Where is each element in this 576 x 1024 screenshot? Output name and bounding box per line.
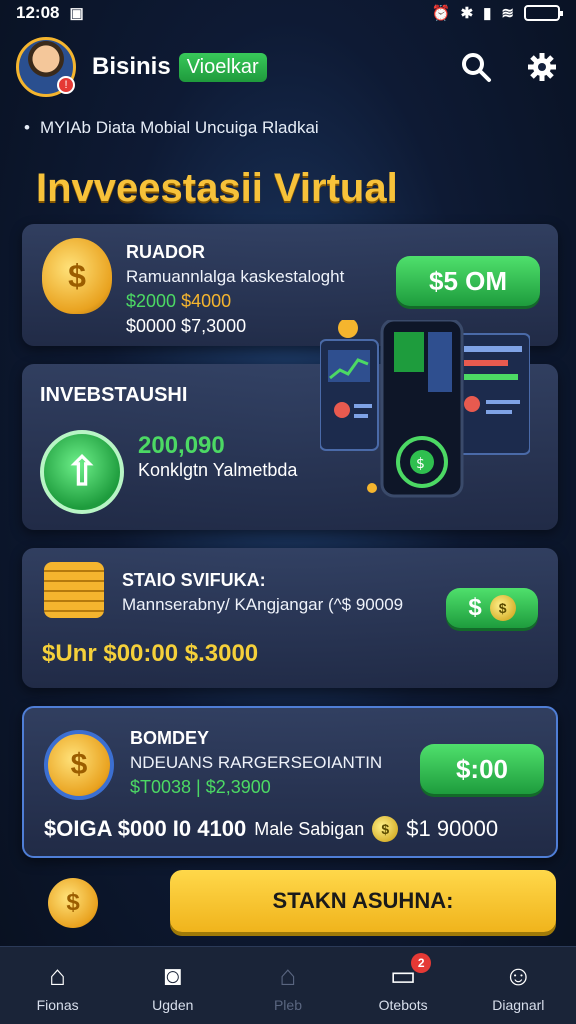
card1-amount-green: $2000 — [126, 291, 177, 311]
section-title: Invveestasii Virtual — [36, 166, 398, 210]
nav-item-bag[interactable]: ⌂ Pleb — [240, 959, 336, 1013]
nav-badge: 2 — [411, 952, 432, 973]
card3-invest-button[interactable]: $ $ — [446, 588, 538, 628]
coin-icon: $ — [372, 816, 399, 842]
bullet-icon: • — [24, 118, 30, 137]
image-icon: ▣ — [69, 5, 84, 22]
coin-icon: $ — [489, 595, 516, 621]
home-icon: ⌂ — [49, 959, 67, 991]
nav-label: Otebots — [378, 996, 428, 1013]
card4-invest-button[interactable]: $:00 — [420, 744, 544, 794]
bag-icon: ⌂ — [279, 959, 297, 991]
nav-item-home[interactable]: ⌂ Fionas — [10, 959, 106, 1013]
card4-bottom-right: $1 90000 — [406, 816, 499, 841]
wifi-icon: ≋ — [501, 5, 514, 22]
card4-sub: NDEUANS RARGERSEOIANTIN — [130, 753, 383, 772]
nav-label: Diagnarl — [492, 996, 545, 1013]
camera-icon: ◙ — [164, 959, 182, 991]
nav-item-chat[interactable]: ▭ 2 Otebots — [355, 952, 451, 1013]
app-header: ! Bisinis Vioelkar — [16, 36, 560, 98]
card3-sub: Mannserabny/ KAngjangar (^$ 90009 — [122, 595, 404, 614]
search-icon[interactable] — [458, 49, 494, 85]
status-time: 12:08 — [16, 3, 60, 22]
card1-sub: Ramuannlalga kaskestaloght — [126, 267, 345, 286]
investment-card-3[interactable]: STAIO SVIFUKA: Mannserabny/ KAngjangar (… — [22, 548, 558, 688]
card1-invest-button[interactable]: $5 OM — [396, 256, 540, 306]
card3-head: STAIO SVIFUKA: — [122, 570, 266, 590]
card2-desc: Konklgtn Yalmetbda — [138, 460, 298, 480]
card4-bottom-left: $OIGA $000 I0 4100 — [44, 816, 247, 841]
nav-label: Fionas — [36, 996, 79, 1013]
card3-bottom: $Unr $00:00 $.3000 — [42, 640, 259, 667]
svg-text:$: $ — [416, 456, 425, 472]
coin-icon: $ — [48, 878, 98, 928]
nav-item-camera[interactable]: ◙ Ugden — [125, 959, 221, 1013]
card1-head: RUADOR — [126, 242, 205, 262]
nav-item-profile[interactable]: ☺ Diagnarl — [470, 959, 566, 1013]
dashboard-illustration: $ — [319, 318, 531, 500]
card3-button-label: $ — [468, 594, 482, 621]
card4-line: $T0038 | $2,3900 — [130, 777, 271, 797]
alarm-icon: ⏰ — [431, 5, 451, 22]
bluetooth-icon: ✱ — [460, 5, 474, 22]
battery-icon — [524, 5, 563, 21]
avatar[interactable]: ! — [16, 37, 76, 97]
subtitle: • MYIAb Diata Mobial Uncuiga Rladkai — [24, 118, 319, 138]
start-button[interactable]: STAKN ASUHNA: — [170, 870, 556, 932]
subtitle-text: MYIAb Diata Mobial Uncuiga Rladkai — [39, 118, 319, 137]
nav-label: Pleb — [273, 996, 302, 1013]
app-tag: Vioelkar — [178, 52, 267, 82]
bottom-nav: ⌂ Fionas ◙ Ugden ⌂ Pleb ▭ 2 Otebots ☺ Di… — [0, 946, 576, 1024]
card2-title: INVEBSTAUSHI — [40, 384, 188, 406]
signal-icon: ▮ — [483, 5, 492, 22]
card4-head: BOMDEY — [130, 728, 210, 748]
user-icon: ☺ — [504, 959, 533, 991]
investment-card-4[interactable]: $ BOMDEY NDEUANS RARGERSEOIANTIN $T0038 … — [22, 706, 558, 858]
nav-label: Ugden — [152, 996, 194, 1013]
device-dashboard-icon: $ — [319, 318, 531, 498]
notification-dot-icon: ! — [57, 76, 75, 94]
coin-stack-icon — [44, 562, 104, 618]
card1-line2: $0000 $7,3000 — [126, 316, 247, 336]
coin-icon: $ — [44, 730, 114, 800]
card4-bottom-mid: Male Sabigan — [254, 818, 365, 839]
money-bag-icon: $ — [42, 238, 112, 314]
status-bar: 12:08 ▣ ⏰ ✱ ▮ ≋ — [0, 0, 576, 26]
card1-amount-gold: $4000 — [181, 291, 232, 311]
card2-value: 200,090 — [138, 432, 225, 459]
gear-icon[interactable] — [524, 49, 560, 85]
arrow-up-icon: ⇧ — [40, 430, 124, 514]
app-name: Bisinis — [92, 53, 171, 80]
